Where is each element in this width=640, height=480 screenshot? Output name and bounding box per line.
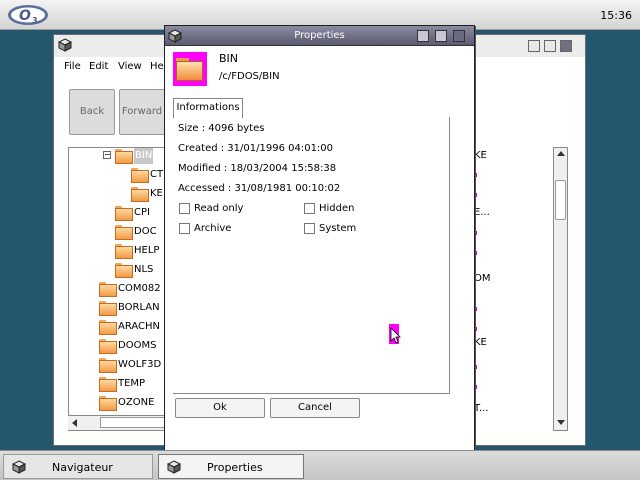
system-label: System — [319, 223, 357, 234]
folder-icon — [99, 282, 117, 297]
folder-icon — [99, 301, 117, 316]
clock: 15:36 — [600, 9, 632, 22]
dialog-titlebar[interactable]: Properties — [165, 26, 474, 46]
folder-icon — [115, 244, 133, 259]
cancel-button[interactable]: Cancel — [270, 398, 360, 418]
tab-informations[interactable]: Informations — [173, 98, 243, 118]
properties-dialog: Properties BIN /c/FDOS/BIN Informations … — [164, 25, 475, 453]
svg-text:O: O — [19, 8, 31, 24]
folder-icon — [99, 377, 117, 392]
back-button[interactable]: Back — [69, 89, 115, 135]
minimize-button[interactable] — [528, 40, 540, 52]
app-cube-icon — [12, 460, 26, 474]
size-text: Size : 4096 bytes — [178, 123, 265, 134]
folder-icon — [173, 52, 207, 86]
minimize-button[interactable] — [417, 30, 429, 42]
menu-help[interactable]: He — [150, 61, 164, 72]
folder-icon — [99, 396, 117, 411]
maximize-button[interactable] — [544, 40, 556, 52]
archive-checkbox[interactable] — [179, 223, 190, 234]
list-item[interactable]: E... — [474, 207, 490, 218]
folder-icon — [131, 187, 149, 202]
svg-text:3: 3 — [32, 16, 38, 25]
read-only-checkbox[interactable] — [179, 203, 190, 214]
list-item[interactable]: T... — [474, 403, 488, 414]
scroll-up-icon[interactable] — [557, 151, 565, 156]
system-checkbox[interactable] — [304, 223, 315, 234]
oz-logo-icon[interactable]: O 3 — [6, 2, 50, 28]
menu-file[interactable]: File — [64, 61, 81, 72]
list-item[interactable]: KE — [474, 150, 487, 161]
menu-edit[interactable]: Edit — [89, 61, 108, 72]
folder-icon — [115, 225, 133, 240]
ok-button[interactable]: Ok — [175, 398, 265, 418]
folder-path: /c/FDOS/BIN — [219, 71, 280, 82]
close-button[interactable] — [560, 40, 572, 52]
info-panel: Size : 4096 bytes Created : 31/01/1996 0… — [173, 117, 450, 394]
forward-button[interactable]: Forward — [119, 89, 165, 135]
scroll-thumb[interactable] — [100, 417, 170, 428]
list-item[interactable]: OM — [474, 273, 491, 284]
file-list[interactable]: KE E... OM KE T... — [471, 147, 541, 431]
scroll-thumb[interactable] — [555, 180, 566, 220]
menu-view[interactable]: View — [118, 61, 142, 72]
archive-label: Archive — [194, 223, 232, 234]
created-text: Created : 31/01/1996 04:01:00 — [178, 143, 334, 154]
list-item[interactable]: KE — [474, 337, 487, 348]
read-only-label: Read only — [194, 203, 244, 214]
folder-name: BIN — [219, 52, 239, 65]
folder-icon — [131, 168, 149, 183]
folder-icon — [115, 263, 133, 278]
footer-text: erved. — [548, 434, 580, 445]
folder-icon — [115, 206, 133, 221]
accessed-text: Accessed : 31/08/1981 00:10:02 — [178, 183, 341, 194]
task-label: Navigateur — [52, 461, 113, 474]
scroll-left-icon[interactable] — [72, 419, 77, 427]
task-navigateur[interactable]: Navigateur — [3, 454, 153, 479]
maximize-button[interactable] — [435, 30, 447, 42]
folder-icon — [99, 339, 117, 354]
taskbar: Navigateur Properties — [0, 450, 640, 480]
hidden-label: Hidden — [319, 203, 355, 214]
folder-icon — [99, 320, 117, 335]
task-properties[interactable]: Properties — [158, 454, 304, 479]
vertical-scrollbar[interactable] — [553, 147, 568, 431]
folder-icon — [99, 358, 117, 373]
folder-icon — [115, 149, 133, 164]
hidden-checkbox[interactable] — [304, 203, 315, 214]
modified-text: Modified : 18/03/2004 15:58:38 — [178, 163, 337, 174]
close-button[interactable] — [453, 30, 465, 42]
scroll-down-icon[interactable] — [557, 420, 565, 425]
mouse-cursor-icon — [389, 324, 401, 344]
collapse-icon[interactable]: − — [103, 151, 111, 159]
app-cube-icon — [58, 38, 72, 52]
app-cube-icon — [167, 460, 181, 474]
task-label: Properties — [207, 461, 263, 474]
